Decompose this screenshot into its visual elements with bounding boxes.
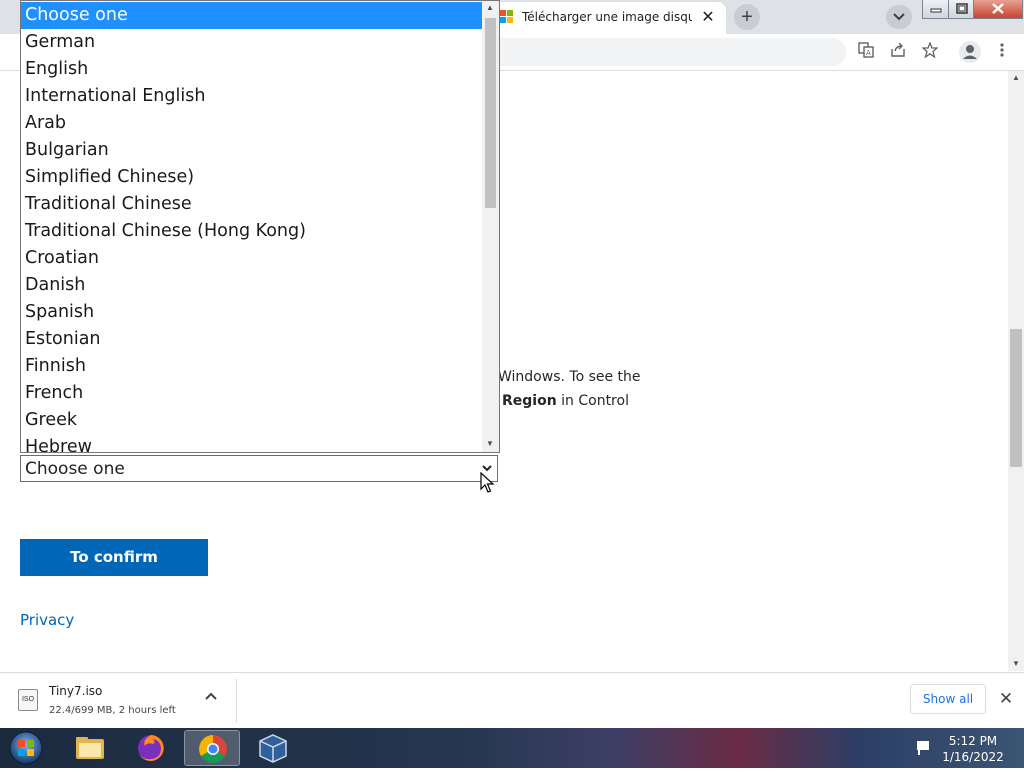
show-all-button[interactable]: Show all (910, 684, 986, 714)
translate-icon[interactable]: A (856, 42, 876, 62)
description-line-1: Windows. To see the (498, 369, 641, 385)
windows-taskbar: 5:12 PM 1/16/2022 (0, 728, 1024, 768)
language-select-value: Choose one (25, 459, 125, 479)
close-window-button[interactable] (973, 0, 1023, 19)
maximize-button[interactable] (948, 0, 975, 19)
tab-title: Télécharger une image disque Windows 7 (522, 10, 692, 24)
divider (236, 679, 237, 723)
taskbar-firefox[interactable] (123, 730, 179, 766)
chevron-down-icon (893, 13, 905, 21)
restore-icon (956, 3, 968, 14)
clock-date: 1/16/2022 (942, 750, 1004, 764)
dropdown-option[interactable]: Estonian (21, 326, 483, 353)
tab-close-icon[interactable]: ✕ (698, 8, 718, 28)
dropdown-scrollbar-thumb[interactable] (485, 18, 496, 208)
scroll-up-arrow-icon[interactable]: ▲ (486, 3, 494, 12)
dropdown-option[interactable]: Spanish (21, 299, 483, 326)
tab-download-windows[interactable]: Télécharger une image disque Windows 7 ✕ (490, 2, 726, 34)
firefox-icon (138, 735, 164, 761)
minimize-icon (930, 8, 942, 13)
dropdown-option[interactable]: Danish (21, 272, 483, 299)
control-panel-text: in Control (556, 393, 629, 409)
description-line-2: Region in Control (502, 393, 629, 409)
chevron-up-icon[interactable] (204, 691, 218, 701)
dropdown-option[interactable]: Choose one (21, 2, 483, 29)
language-dropdown-list: Hebrew Greek French Finnish Estonian Spanish D… (20, 0, 500, 453)
iso-file-icon: ISO (18, 689, 38, 711)
dropdown-option[interactable]: French (21, 380, 483, 407)
dropdown-option[interactable]: English (21, 56, 483, 83)
download-shelf: ISO Tiny7.iso 22.4/699 MB, 2 hours left … (0, 672, 1024, 729)
dropdown-scrollbar[interactable]: ▲ ▼ (482, 1, 499, 452)
dropdown-option[interactable]: Arab (21, 110, 483, 137)
scroll-down-arrow-icon[interactable]: ▼ (486, 439, 494, 448)
download-status: 22.4/699 MB, 2 hours left (49, 705, 176, 716)
dropdown-option[interactable]: Bulgarian (21, 137, 483, 164)
scroll-down-arrow-icon[interactable]: ▼ (1012, 659, 1020, 668)
dropdown-option[interactable]: Traditional Chinese (Hong Kong) (21, 218, 483, 245)
virtualbox-icon (259, 734, 287, 763)
page-scrollbar[interactable]: ▲ ▼ (1008, 71, 1024, 671)
dropdown-option[interactable]: Greek (21, 407, 483, 434)
dropdown-option[interactable]: Simplified Chinese) (21, 164, 483, 191)
minimize-button[interactable] (922, 0, 950, 19)
language-select[interactable]: Choose one (20, 455, 498, 482)
taskbar-explorer[interactable] (62, 730, 118, 766)
mouse-cursor-icon (480, 472, 495, 493)
dropdown-option[interactable]: Traditional Chinese (21, 191, 483, 218)
clock[interactable]: 5:12 PM 1/16/2022 (930, 733, 1016, 765)
scroll-up-arrow-icon[interactable]: ▲ (1012, 73, 1020, 82)
tab-search-button[interactable] (886, 5, 912, 29)
share-icon[interactable] (888, 42, 908, 62)
region-bold-text: Region (502, 393, 557, 409)
dropdown-option[interactable]: German (21, 29, 483, 56)
close-icon (992, 3, 1004, 14)
clock-time: 5:12 PM (948, 734, 998, 748)
page-scrollbar-thumb[interactable] (1010, 329, 1022, 467)
close-shelf-icon[interactable]: ✕ (996, 689, 1016, 709)
bookmark-star-icon[interactable] (920, 41, 940, 62)
folder-icon (76, 737, 104, 759)
new-tab-button[interactable]: + (734, 4, 760, 30)
download-file-name[interactable]: Tiny7.iso (49, 684, 102, 698)
dropdown-option[interactable]: International English (21, 83, 483, 110)
dropdown-option[interactable]: Croatian (21, 245, 483, 272)
taskbar-virtualbox[interactable] (245, 730, 301, 766)
microsoft-logo-icon (500, 10, 514, 24)
dropdown-option[interactable]: Finnish (21, 353, 483, 380)
start-button[interactable] (6, 730, 46, 766)
chrome-icon (199, 735, 227, 763)
profile-avatar-icon[interactable] (958, 40, 982, 64)
menu-kebab-icon[interactable] (992, 42, 1012, 62)
action-center-flag-icon[interactable] (916, 739, 930, 755)
svg-text:A: A (866, 49, 871, 57)
window-controls (922, 0, 1024, 20)
taskbar-chrome[interactable] (184, 730, 240, 766)
dropdown-option[interactable]: Hebrew (21, 434, 483, 452)
privacy-link[interactable]: Privacy (20, 611, 74, 629)
confirm-button[interactable]: To confirm (20, 539, 208, 576)
